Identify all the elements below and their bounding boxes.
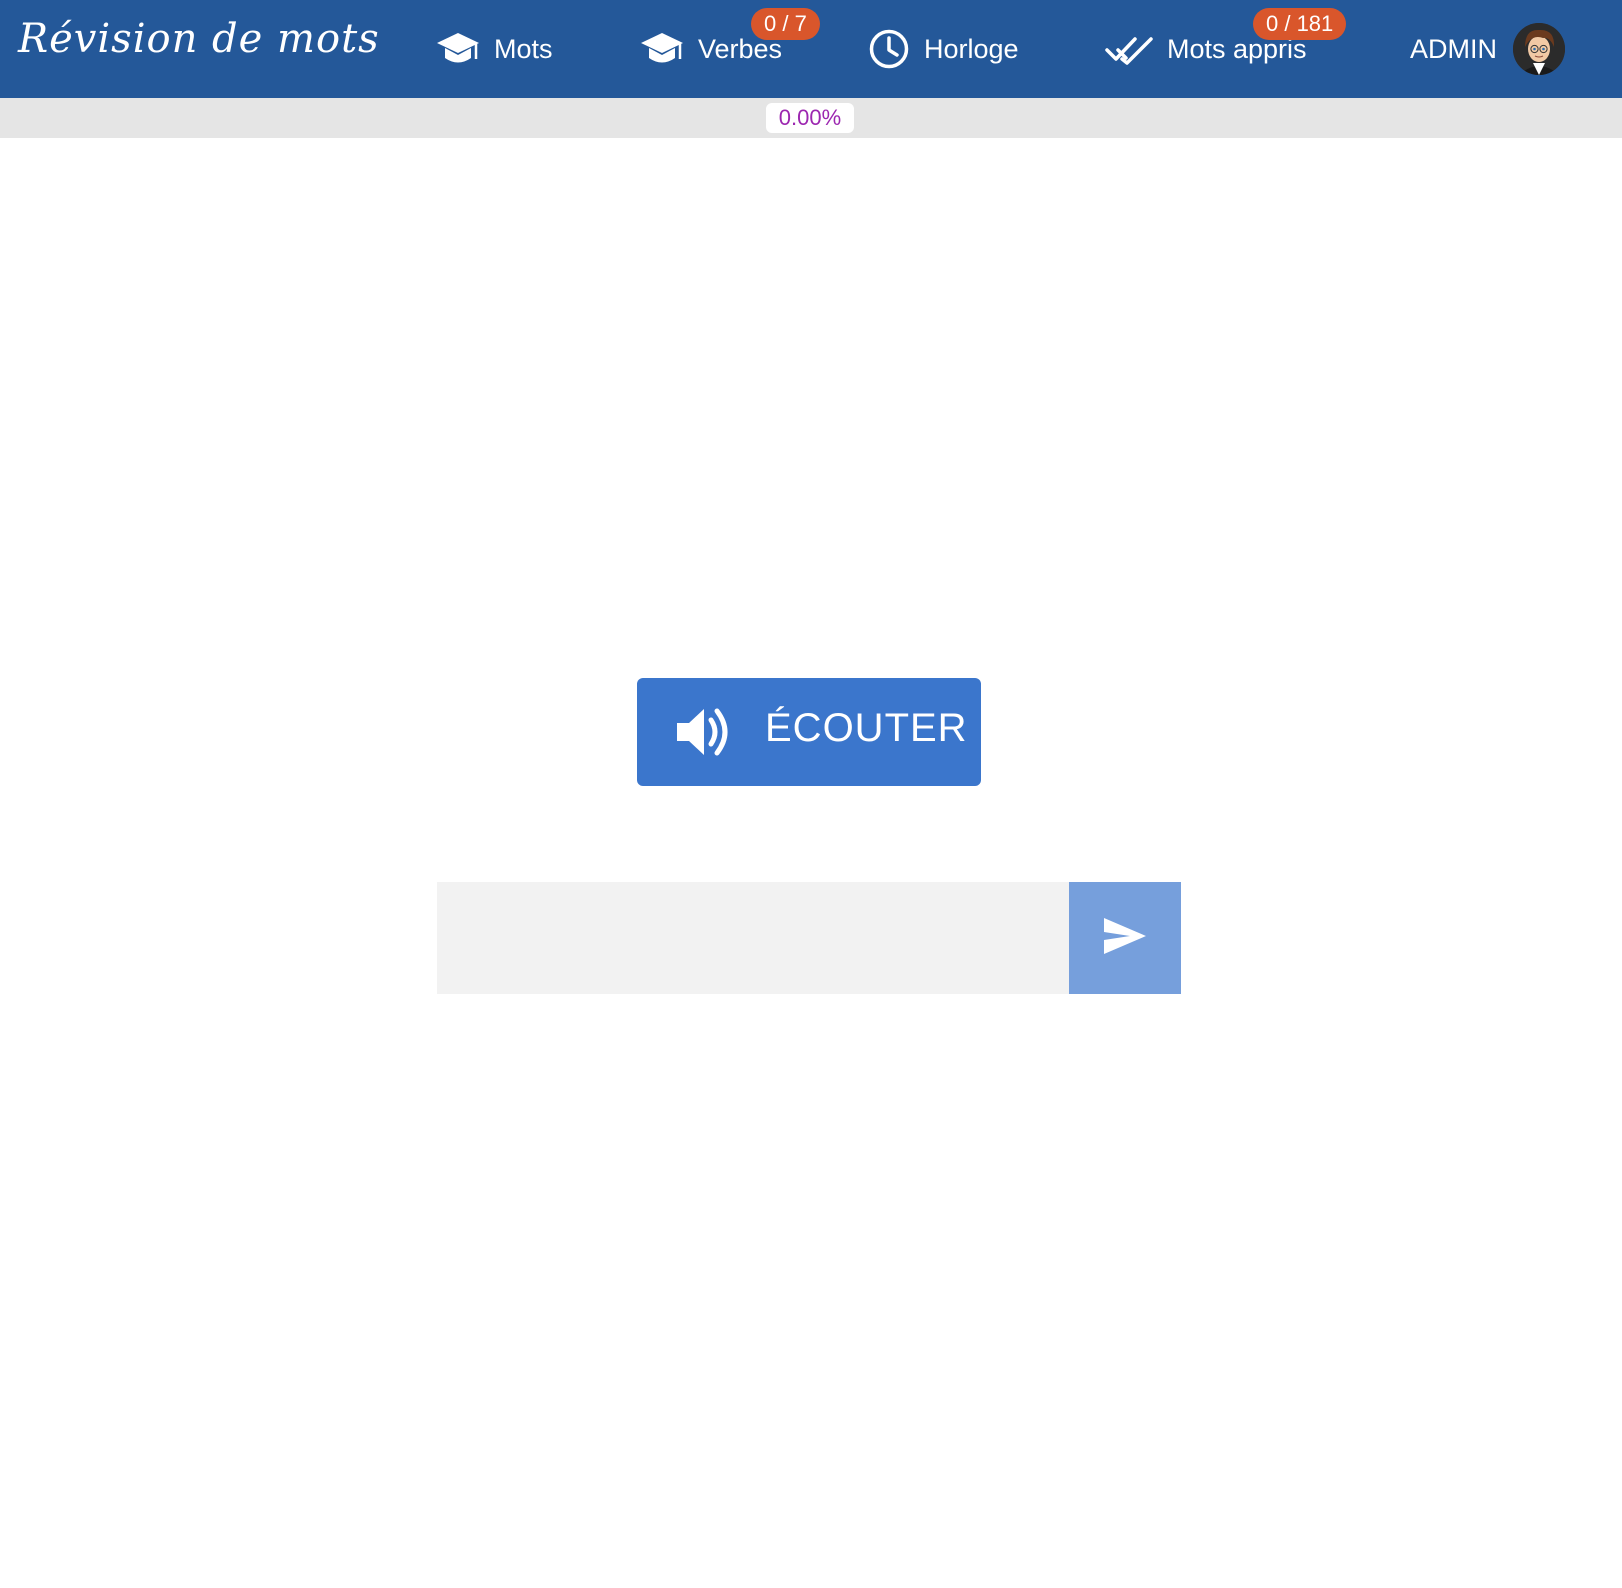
graduation-cap-icon — [436, 29, 480, 69]
nav-item-verbes[interactable]: Verbes 0 / 7 — [640, 0, 820, 98]
send-icon — [1102, 916, 1148, 961]
speaker-icon — [675, 704, 733, 765]
listen-button[interactable]: ÉCOUTER — [637, 678, 981, 786]
avatar — [1513, 23, 1565, 75]
user-menu[interactable]: ADMIN — [1410, 0, 1565, 98]
top-navbar: Révision de mots Mots Verbes 0 / 7 Horlo… — [0, 0, 1622, 98]
nav-item-label: Mots — [494, 33, 553, 64]
graduation-cap-icon — [640, 29, 684, 69]
double-check-icon — [1105, 33, 1153, 65]
count-badge: 0 / 7 — [751, 8, 820, 40]
nav-item-label: Horloge — [924, 33, 1019, 64]
nav-item-mots-appris[interactable]: Mots appris 0 / 181 — [1105, 0, 1347, 98]
progress-percentage: 0.00% — [766, 103, 854, 133]
app-brand[interactable]: Révision de mots — [18, 16, 380, 62]
answer-input[interactable] — [437, 882, 1069, 994]
send-button[interactable] — [1069, 882, 1181, 994]
clock-icon — [868, 28, 910, 70]
count-badge: 0 / 181 — [1253, 8, 1347, 40]
progress-bar: 0.00% — [0, 98, 1622, 138]
nav-item-mots[interactable]: Mots — [436, 0, 553, 98]
listen-button-label: ÉCOUTER — [765, 706, 968, 750]
nav-item-horloge[interactable]: Horloge — [868, 0, 1019, 98]
user-name: ADMIN — [1410, 33, 1497, 64]
